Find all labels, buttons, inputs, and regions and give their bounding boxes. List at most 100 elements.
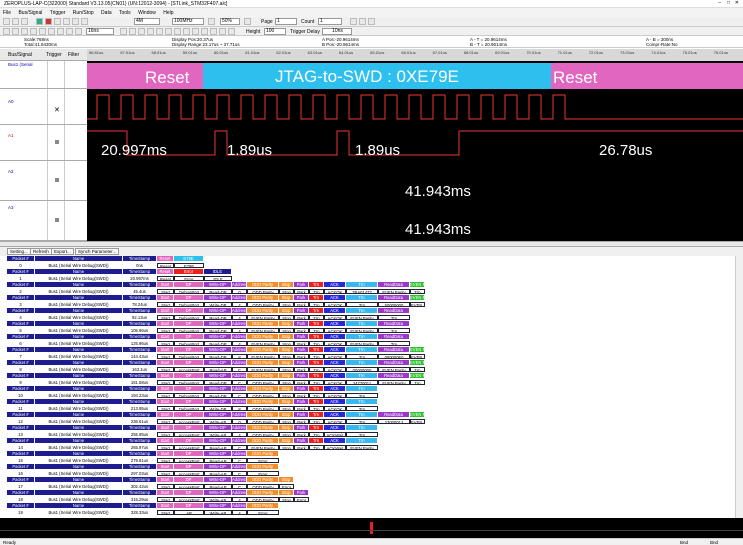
new-icon[interactable] xyxy=(3,18,10,25)
print-icon[interactable] xyxy=(75,28,82,35)
table-header-row[interactable]: Packet # Name TimeStamp Reset Error IDLE xyxy=(7,269,735,274)
frequency-select[interactable]: 100MHz xyxy=(172,18,204,25)
table-header-row[interactable]: Packet # Name TimeStamp Start DP Write-DP Addr… xyxy=(7,373,735,378)
table-row[interactable]: 19 Bus1 (Serial Wire Debug(SWD)) 328.33us S… xyxy=(7,509,735,515)
table-row[interactable]: 0 Bus1 (Serial Wire Debug(SWD)) 0ns Reset E7… xyxy=(7,262,735,268)
table-header-row[interactable]: Packet # Name TimeStamp Start DP Write-DP Addr… xyxy=(7,451,735,456)
table-row[interactable]: 3 Bus1 (Serial Wire Debug(SWD)) 78.24us Sta… xyxy=(7,301,735,307)
table-row[interactable]: 8 Bus1 (Serial Wire Debug(SWD)) 163.1us Sta… xyxy=(7,366,735,372)
toolbar-tool-icon[interactable] xyxy=(350,18,357,25)
a3-wave[interactable]: 41.943ms xyxy=(87,201,743,241)
table-header-row[interactable]: Packet # Name TimeStamp Reset E79E xyxy=(7,256,735,261)
table-header-row[interactable]: Packet # Name TimeStamp Start DP Write-DP Addr… xyxy=(7,360,735,365)
menu-help[interactable]: Help xyxy=(163,10,173,16)
table-header-row[interactable]: Packet # Name TimeStamp Start DP Write-DP Addr… xyxy=(7,347,735,352)
trigger-cell[interactable] xyxy=(47,125,65,160)
table-row[interactable]: 15 Bus1 (Serial Wire Debug(SWD)) 279.81us S… xyxy=(7,457,735,463)
menu-file[interactable]: File xyxy=(3,10,11,16)
table-header-row[interactable]: Packet # Name TimeStamp Start DP Write-DP Addr… xyxy=(7,477,735,482)
table-row[interactable]: 16 Bus1 (Serial Wire Debug(SWD)) 297.03us S… xyxy=(7,470,735,476)
signal-row-a0[interactable]: A0 ✕ xyxy=(0,89,87,125)
packet-table[interactable]: Packet # Name TimeStamp Reset E79E 0 Bus1 (Ser… xyxy=(7,256,735,518)
toolbar-tool-icon[interactable] xyxy=(210,28,217,35)
table-header-row[interactable]: Packet # Name TimeStamp Start DP Write-DP Addr… xyxy=(7,321,735,326)
table-header-row[interactable]: Packet # Name TimeStamp Start DP Write-DP Addr… xyxy=(7,334,735,339)
filter-icon[interactable] xyxy=(81,18,88,25)
toolbar-tool-icon[interactable] xyxy=(192,28,199,35)
toolbar-tool-icon[interactable] xyxy=(147,28,154,35)
page-field[interactable]: 1 xyxy=(275,18,297,25)
bookmark-icon[interactable] xyxy=(48,28,55,35)
trigger-cell[interactable] xyxy=(47,61,65,88)
trigger-cell[interactable]: ✕ xyxy=(47,89,65,124)
open-icon[interactable] xyxy=(12,18,19,25)
trigger-cell[interactable] xyxy=(47,201,65,240)
toolbar-tool-icon[interactable] xyxy=(138,28,145,35)
count-field[interactable]: 1 xyxy=(318,18,342,25)
a2-wave[interactable]: 41.943ms xyxy=(87,161,743,201)
zoom-in-icon[interactable] xyxy=(208,18,215,25)
trigger-delay-field[interactable]: 10ns xyxy=(322,28,352,35)
menu-bus-signal[interactable]: Bus/Signal xyxy=(18,10,42,16)
table-row[interactable]: 17 Bus1 (Serial Wire Debug(SWD)) 302.42us S… xyxy=(7,483,735,489)
a0-wave[interactable] xyxy=(87,89,743,125)
search-icon[interactable] xyxy=(39,28,46,35)
menu-window[interactable]: Window xyxy=(138,10,156,16)
export-icon[interactable] xyxy=(66,28,73,35)
grid-icon[interactable] xyxy=(12,28,19,35)
toolbar-tool-icon[interactable] xyxy=(228,28,235,35)
table-header-row[interactable]: Packet # Name TimeStamp Start DP Write-DP Addr… xyxy=(7,503,735,508)
table-row[interactable]: 12 Bus1 (Serial Wire Debug(SWD)) 236.61us S… xyxy=(7,418,735,424)
a1-wave[interactable]: 20.997ms 1.89us 1.89us 26.78us xyxy=(87,125,743,161)
table-row[interactable]: 10 Bus1 (Serial Wire Debug(SWD)) 194.23us S… xyxy=(7,392,735,398)
measure-icon[interactable] xyxy=(30,28,37,35)
setting-button[interactable]: Setting... xyxy=(7,248,31,255)
table-header-row[interactable]: Packet # Name TimeStamp Start DP Write-DP Addr… xyxy=(7,412,735,417)
toolbar-tool-icon[interactable] xyxy=(368,18,375,25)
height-field[interactable]: 100 xyxy=(264,28,286,35)
repeat-icon[interactable] xyxy=(54,18,61,25)
menu-run-stop[interactable]: Run/Stop xyxy=(73,10,94,16)
toolbar-tool-icon[interactable] xyxy=(359,18,366,25)
table-header-row[interactable]: Packet # Name TimeStamp Start DP Write-DP Addr… xyxy=(7,282,735,287)
cursor-icon[interactable] xyxy=(3,28,10,35)
toolbar-tool-icon[interactable] xyxy=(219,28,226,35)
table-header-row[interactable]: Packet # Name TimeStamp Start DP Write-DP Addr… xyxy=(7,425,735,430)
table-header-row[interactable]: Packet # Name TimeStamp Start DP Write-DP Addr… xyxy=(7,386,735,391)
table-row[interactable]: 1 Bus1 (Serial Wire Debug(SWD)) 20.997ms Re… xyxy=(7,275,735,281)
minimize-icon[interactable]: – xyxy=(718,0,721,6)
table-row[interactable]: 6 Bus1 (Serial Wire Debug(SWD)) 125.96us St… xyxy=(7,340,735,346)
close-icon[interactable]: ✕ xyxy=(735,0,739,6)
table-row[interactable]: 9 Bus1 (Serial Wire Debug(SWD)) 181.58us St… xyxy=(7,379,735,385)
menu-trigger[interactable]: Trigger xyxy=(50,10,66,16)
signal-row-a1[interactable]: A1 xyxy=(0,125,87,161)
save-icon[interactable] xyxy=(21,18,28,25)
signal-row-bus1[interactable]: Bus1 (Serial xyxy=(0,61,87,89)
menu-tools[interactable]: Tools xyxy=(119,10,131,16)
toolbar-tool-icon[interactable] xyxy=(120,28,127,35)
settings-icon[interactable] xyxy=(57,28,64,35)
menu-data[interactable]: Data xyxy=(101,10,112,16)
marker-icon[interactable] xyxy=(21,28,28,35)
trigger-cell[interactable] xyxy=(47,161,65,200)
toolbar-tool-icon[interactable] xyxy=(201,28,208,35)
toolbar-tool-icon[interactable] xyxy=(165,28,172,35)
table-row[interactable]: 13 Bus1 (Serial Wire Debug(SWD)) 255.95us S… xyxy=(7,431,735,437)
table-header-row[interactable]: Packet # Name TimeStamp Start DP Write-DP Addr… xyxy=(7,399,735,404)
toolbar-tool-icon[interactable] xyxy=(174,28,181,35)
synch-parameter-button[interactable]: Synch Parameter... xyxy=(75,248,120,255)
table-header-row[interactable]: Packet # Name TimeStamp Start DP Write-DP Addr… xyxy=(7,295,735,300)
period-select[interactable]: 16ns xyxy=(86,28,114,35)
table-row[interactable]: 7 Bus1 (Serial Wire Debug(SWD)) 144.43us St… xyxy=(7,353,735,359)
run-icon[interactable] xyxy=(36,18,43,25)
trigger-icon[interactable] xyxy=(72,18,79,25)
signal-row-a3[interactable]: A3 xyxy=(0,201,87,241)
table-row[interactable]: 2 Bus1 (Serial Wire Debug(SWD)) 45.4us Star… xyxy=(7,288,735,294)
export-button[interactable]: Export... xyxy=(51,248,74,255)
overview-strip[interactable] xyxy=(0,518,743,538)
memory-select[interactable]: 4M xyxy=(134,18,160,25)
time-ruler[interactable]: 56.81us 57.91us 58.01us 59.01us 60.01us 61.01… xyxy=(87,49,743,61)
table-header-row[interactable]: Packet # Name TimeStamp Start DP Write-DP Addr… xyxy=(7,308,735,313)
prev-page-icon[interactable] xyxy=(244,18,251,25)
table-header-row[interactable]: Packet # Name TimeStamp Start DP Write-DP Addr… xyxy=(7,464,735,469)
